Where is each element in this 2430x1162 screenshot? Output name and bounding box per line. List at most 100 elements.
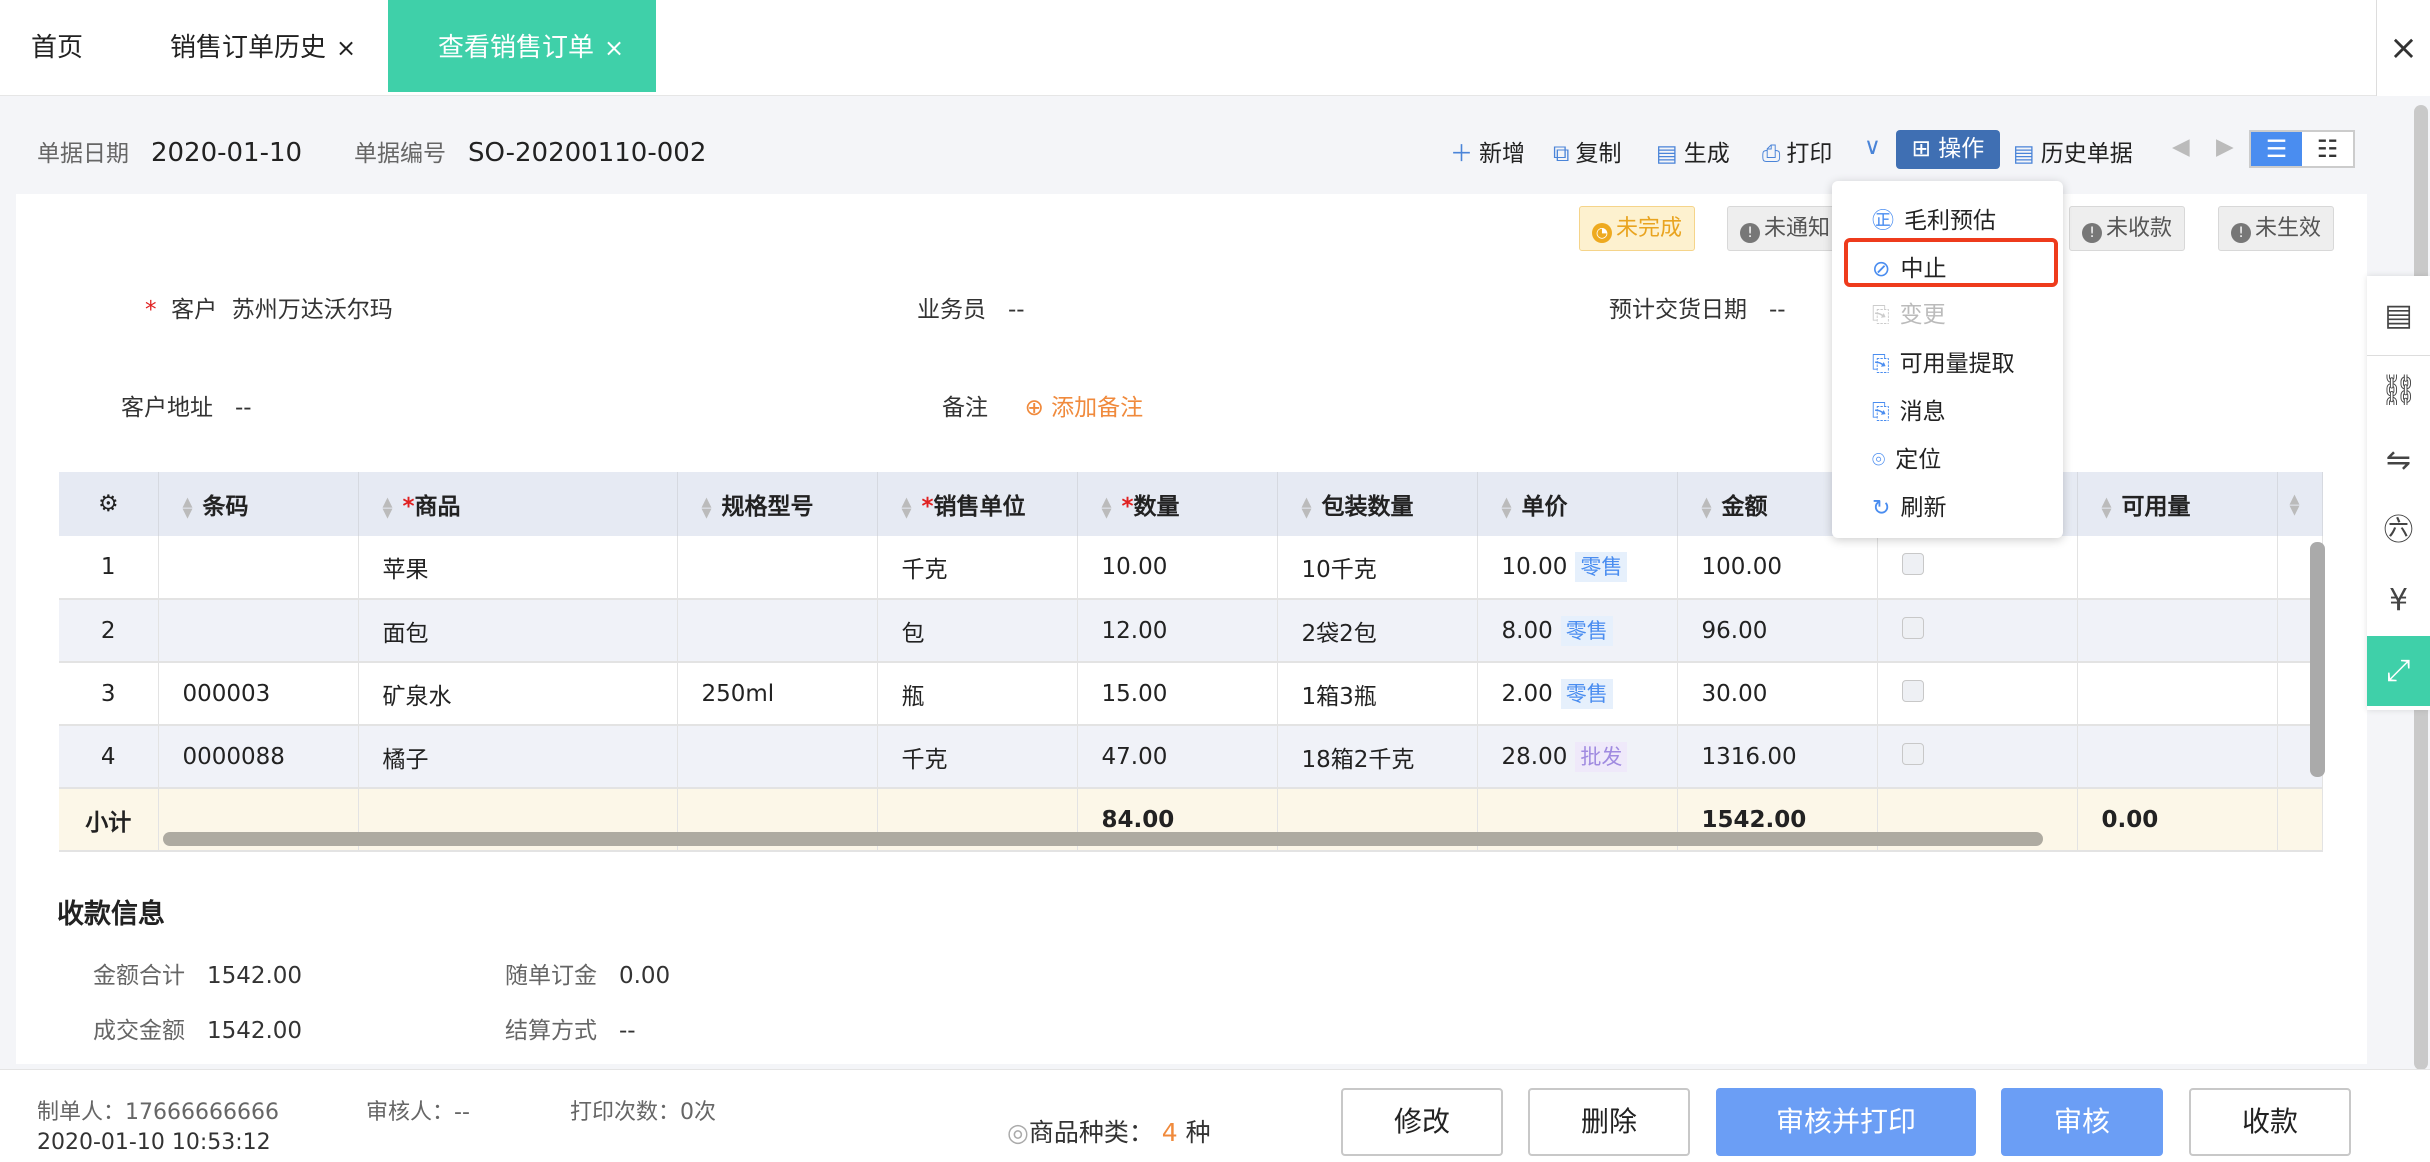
sort-icon[interactable]: ▲ ▼ [1502, 496, 1512, 520]
owe-icon[interactable]: ㊅ [2367, 496, 2430, 566]
right-sidebar: ▤ ⛓ ⇋ ㊅ ¥ ⤢ [2367, 276, 2430, 710]
label: 单价 [1521, 494, 1568, 520]
close-all-tabs-button[interactable]: × [2376, 0, 2430, 96]
menu-item-profit-estimate[interactable]: ㊣毛利预估 [1872, 201, 1996, 235]
col-pack[interactable]: ▲ ▼ 包装数量 [1277, 472, 1478, 536]
delete-button[interactable]: 删除 [1528, 1088, 1690, 1156]
label: 未完成 [1616, 216, 1683, 241]
label: 商品 [414, 494, 461, 520]
detail-view-icon[interactable]: ☷ [2302, 132, 2353, 166]
prev-icon[interactable]: ◀ [2172, 134, 2190, 160]
menu-item-refresh[interactable]: ↻ 刷新 [1872, 488, 1946, 522]
currency-icon: ㊣ [1872, 209, 1895, 234]
sort-icon[interactable]: ▲ ▼ [1702, 496, 1712, 520]
status-badge-unfinished: ◔ 未完成 [1579, 206, 1696, 251]
menu-item-locate[interactable]: ⌾ 定位 [1872, 440, 1941, 474]
menu-item-message[interactable]: ⎘ 消息 [1872, 392, 1946, 426]
deal-amount: 成交金额 1542.00 [93, 1011, 302, 1045]
tab-view-sales-order[interactable]: 查看销售订单 × [388, 0, 656, 92]
sort-icon[interactable]: ▲ ▼ [383, 496, 393, 520]
collect-button[interactable]: 收款 [2189, 1088, 2351, 1156]
available [2077, 725, 2278, 789]
review-print-button[interactable]: 审核并打印 [1716, 1088, 1976, 1156]
sort-icon[interactable]: ▲ ▼ [2102, 496, 2112, 520]
plus-icon: ＋ [1450, 141, 1473, 167]
col-more[interactable]: ▲ ▼ [2277, 472, 2323, 536]
review-button[interactable]: 审核 [2001, 1088, 2163, 1156]
sort-icon[interactable]: ▲ ▼ [1102, 496, 1112, 520]
checkbox-cell [1877, 662, 2078, 726]
plus-circle-icon: ⊕ [1024, 395, 1044, 421]
operate-button[interactable]: ⊞ 操作 [1896, 130, 2000, 169]
product-name: 苹果 [358, 536, 678, 600]
col-spec[interactable]: ▲ ▼ 规格型号 [677, 472, 878, 536]
unit-price: 8.00 零售 [1477, 599, 1678, 663]
yen-icon[interactable]: ¥ [2367, 566, 2430, 636]
payment-title: 收款信息 [57, 899, 165, 930]
table-row[interactable]: 4 0000088 橘子 千克 47.00 18箱2千克 28.00 批发 1316.00 [59, 725, 2323, 789]
document-export-icon: ⎘ [1872, 352, 1890, 377]
sort-icon[interactable]: ▲ ▼ [902, 496, 912, 520]
col-unit[interactable]: ▲ ▼ *销售单位 [877, 472, 1078, 536]
row-checkbox[interactable] [1901, 616, 1924, 639]
edit-button[interactable]: 修改 [1341, 1088, 1503, 1156]
unit: 千克 [877, 725, 1078, 789]
col-barcode[interactable]: ▲ ▼ 条码 [158, 472, 359, 536]
expand-icon[interactable]: ⤢ [2367, 636, 2430, 706]
list-view-icon[interactable]: ☰ [2251, 132, 2302, 166]
sort-icon[interactable]: ▲ ▼ [2290, 493, 2300, 517]
delivery-date-field[interactable]: 预计交货日期 -- [1609, 290, 1786, 324]
checkbox-cell [1877, 536, 2078, 600]
link-icon[interactable]: ⛓ [2367, 356, 2430, 426]
tab-sales-history[interactable]: 销售订单历史 × [170, 0, 356, 92]
menu-item-extract-available[interactable]: ⎘ 可用量提取 [1872, 344, 2015, 378]
col-qty[interactable]: ▲ ▼ *数量 [1077, 472, 1278, 536]
unit-price: 10.00 零售 [1477, 536, 1678, 600]
label: 可用量 [2121, 494, 2191, 520]
sort-icon[interactable]: ▲ ▼ [1302, 496, 1312, 520]
col-product[interactable]: ▲ ▼ *商品 [358, 472, 678, 536]
value: 1542.00 [206, 1018, 303, 1044]
table-row[interactable]: 2 面包 包 12.00 2袋2包 8.00 零售 96.00 [59, 599, 2323, 663]
sort-icon[interactable]: ▲ ▼ [183, 496, 193, 520]
add-remark-link[interactable]: ⊕ 添加备注 [1025, 395, 1144, 421]
customer-field[interactable]: * 客户 苏州万达沃尔玛 [145, 290, 393, 324]
view-toggle[interactable]: ☰ ☷ [2249, 130, 2355, 168]
row-checkbox[interactable] [1901, 679, 1924, 702]
operate-dropdown-menu: ㊣毛利预估 ⊘ 中止 ⎘ 变更 ⎘ 可用量提取 ⎘ 消息 ⌾ 定位 ↻ 刷新 [1832, 181, 2063, 538]
history-button[interactable]: ▤ 历史单据 [2013, 134, 2133, 168]
transfer-icon[interactable]: ⇋ [2367, 426, 2430, 496]
table-row[interactable]: 3 000003 矿泉水 250ml 瓶 15.00 1箱3瓶 2.00 零售 30.00 [59, 662, 2323, 726]
close-icon[interactable]: × [336, 34, 356, 62]
label: 销售单位 [933, 494, 1026, 520]
generate-button[interactable]: ▤ 生成 [1656, 134, 1730, 168]
tab-home[interactable]: 首页 [31, 0, 83, 92]
tab-bar: 首页 销售订单历史 × 查看销售订单 × × [0, 0, 2430, 96]
tab-label: 查看销售订单 [438, 33, 595, 63]
print-button[interactable]: ⎙ 打印 [1762, 134, 1832, 168]
address-field[interactable]: 客户地址 -- [121, 388, 252, 422]
table-horizontal-scrollbar[interactable] [163, 832, 2043, 846]
add-button[interactable]: ＋新增 [1450, 134, 1525, 168]
table-vertical-scrollbar[interactable] [2310, 542, 2325, 777]
copy-button[interactable]: ⧉ 复制 [1553, 134, 1621, 168]
col-price[interactable]: ▲ ▼ 单价 [1477, 472, 1678, 536]
row-checkbox[interactable] [1901, 742, 1924, 765]
grid-icon: ⊞ [1911, 136, 1931, 162]
row-checkbox[interactable] [1901, 553, 1924, 575]
row-number: 2 [59, 599, 159, 663]
label: 随单订金 [505, 963, 597, 989]
document-settings-icon[interactable]: ▤ [2367, 276, 2430, 356]
table-row[interactable]: 1 苹果 千克 10.00 10千克 10.00 零售 100.00 [59, 536, 2323, 600]
next-icon[interactable]: ▶ [2216, 134, 2234, 160]
print-dropdown-chevron-icon[interactable]: ∨ [1864, 134, 1881, 160]
unit: 瓶 [877, 662, 1078, 726]
sort-icon[interactable]: ▲ ▼ [702, 496, 712, 520]
label: 业务员 [917, 297, 986, 323]
col-available[interactable]: ▲ ▼ 可用量 [2077, 472, 2278, 536]
label: 历史单据 [2040, 141, 2133, 167]
quantity: 47.00 [1077, 725, 1278, 789]
close-icon[interactable]: × [604, 34, 624, 62]
salesman-field[interactable]: 业务员 -- [917, 290, 1025, 324]
settings-gear-icon[interactable]: ⚙ [59, 472, 159, 536]
